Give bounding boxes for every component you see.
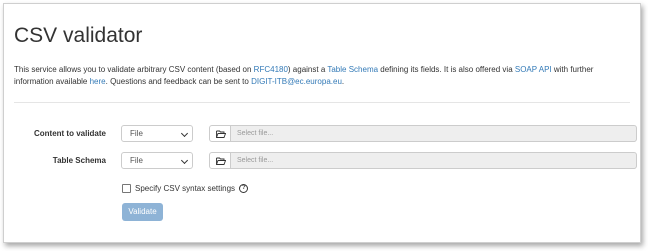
soap-api-link[interactable]: SOAP API: [515, 65, 552, 74]
rfc-link[interactable]: RFC4180: [254, 65, 288, 74]
chevron-down-icon: [180, 156, 189, 165]
syntax-settings-checkbox[interactable]: [122, 184, 131, 194]
divider: [14, 102, 630, 103]
page-title: CSV validator: [14, 24, 143, 47]
content-type-value: File: [130, 129, 143, 138]
here-link[interactable]: here: [90, 77, 106, 86]
schema-label: Table Schema: [52, 156, 106, 165]
folder-open-icon: [216, 157, 226, 165]
syntax-settings-label: Specify CSV syntax settings: [135, 184, 236, 193]
content-file-input[interactable]: Select file...: [231, 125, 637, 142]
email-link[interactable]: DIGIT-ITB@ec.europa.eu: [251, 77, 342, 86]
folder-open-icon: [216, 130, 226, 138]
intro-text: This service allows you to validate arbi…: [14, 65, 594, 86]
schema-file-input[interactable]: Select file...: [231, 152, 637, 169]
question-circle-icon[interactable]: ?: [239, 184, 249, 194]
validator-panel: CSV validator This service allows you to…: [3, 3, 641, 243]
schema-type-select[interactable]: File: [121, 152, 193, 169]
syntax-settings-row: Specify CSV syntax settings ?: [122, 184, 249, 194]
schema-file-browse-button[interactable]: [209, 152, 231, 169]
content-file-browse-button[interactable]: [209, 125, 231, 142]
chevron-down-icon: [180, 129, 189, 138]
schema-type-value: File: [130, 156, 143, 165]
validate-button[interactable]: Validate: [122, 203, 163, 221]
content-type-select[interactable]: File: [121, 125, 193, 142]
content-label: Content to validate: [33, 129, 106, 138]
table-schema-link[interactable]: Table Schema: [327, 65, 378, 74]
